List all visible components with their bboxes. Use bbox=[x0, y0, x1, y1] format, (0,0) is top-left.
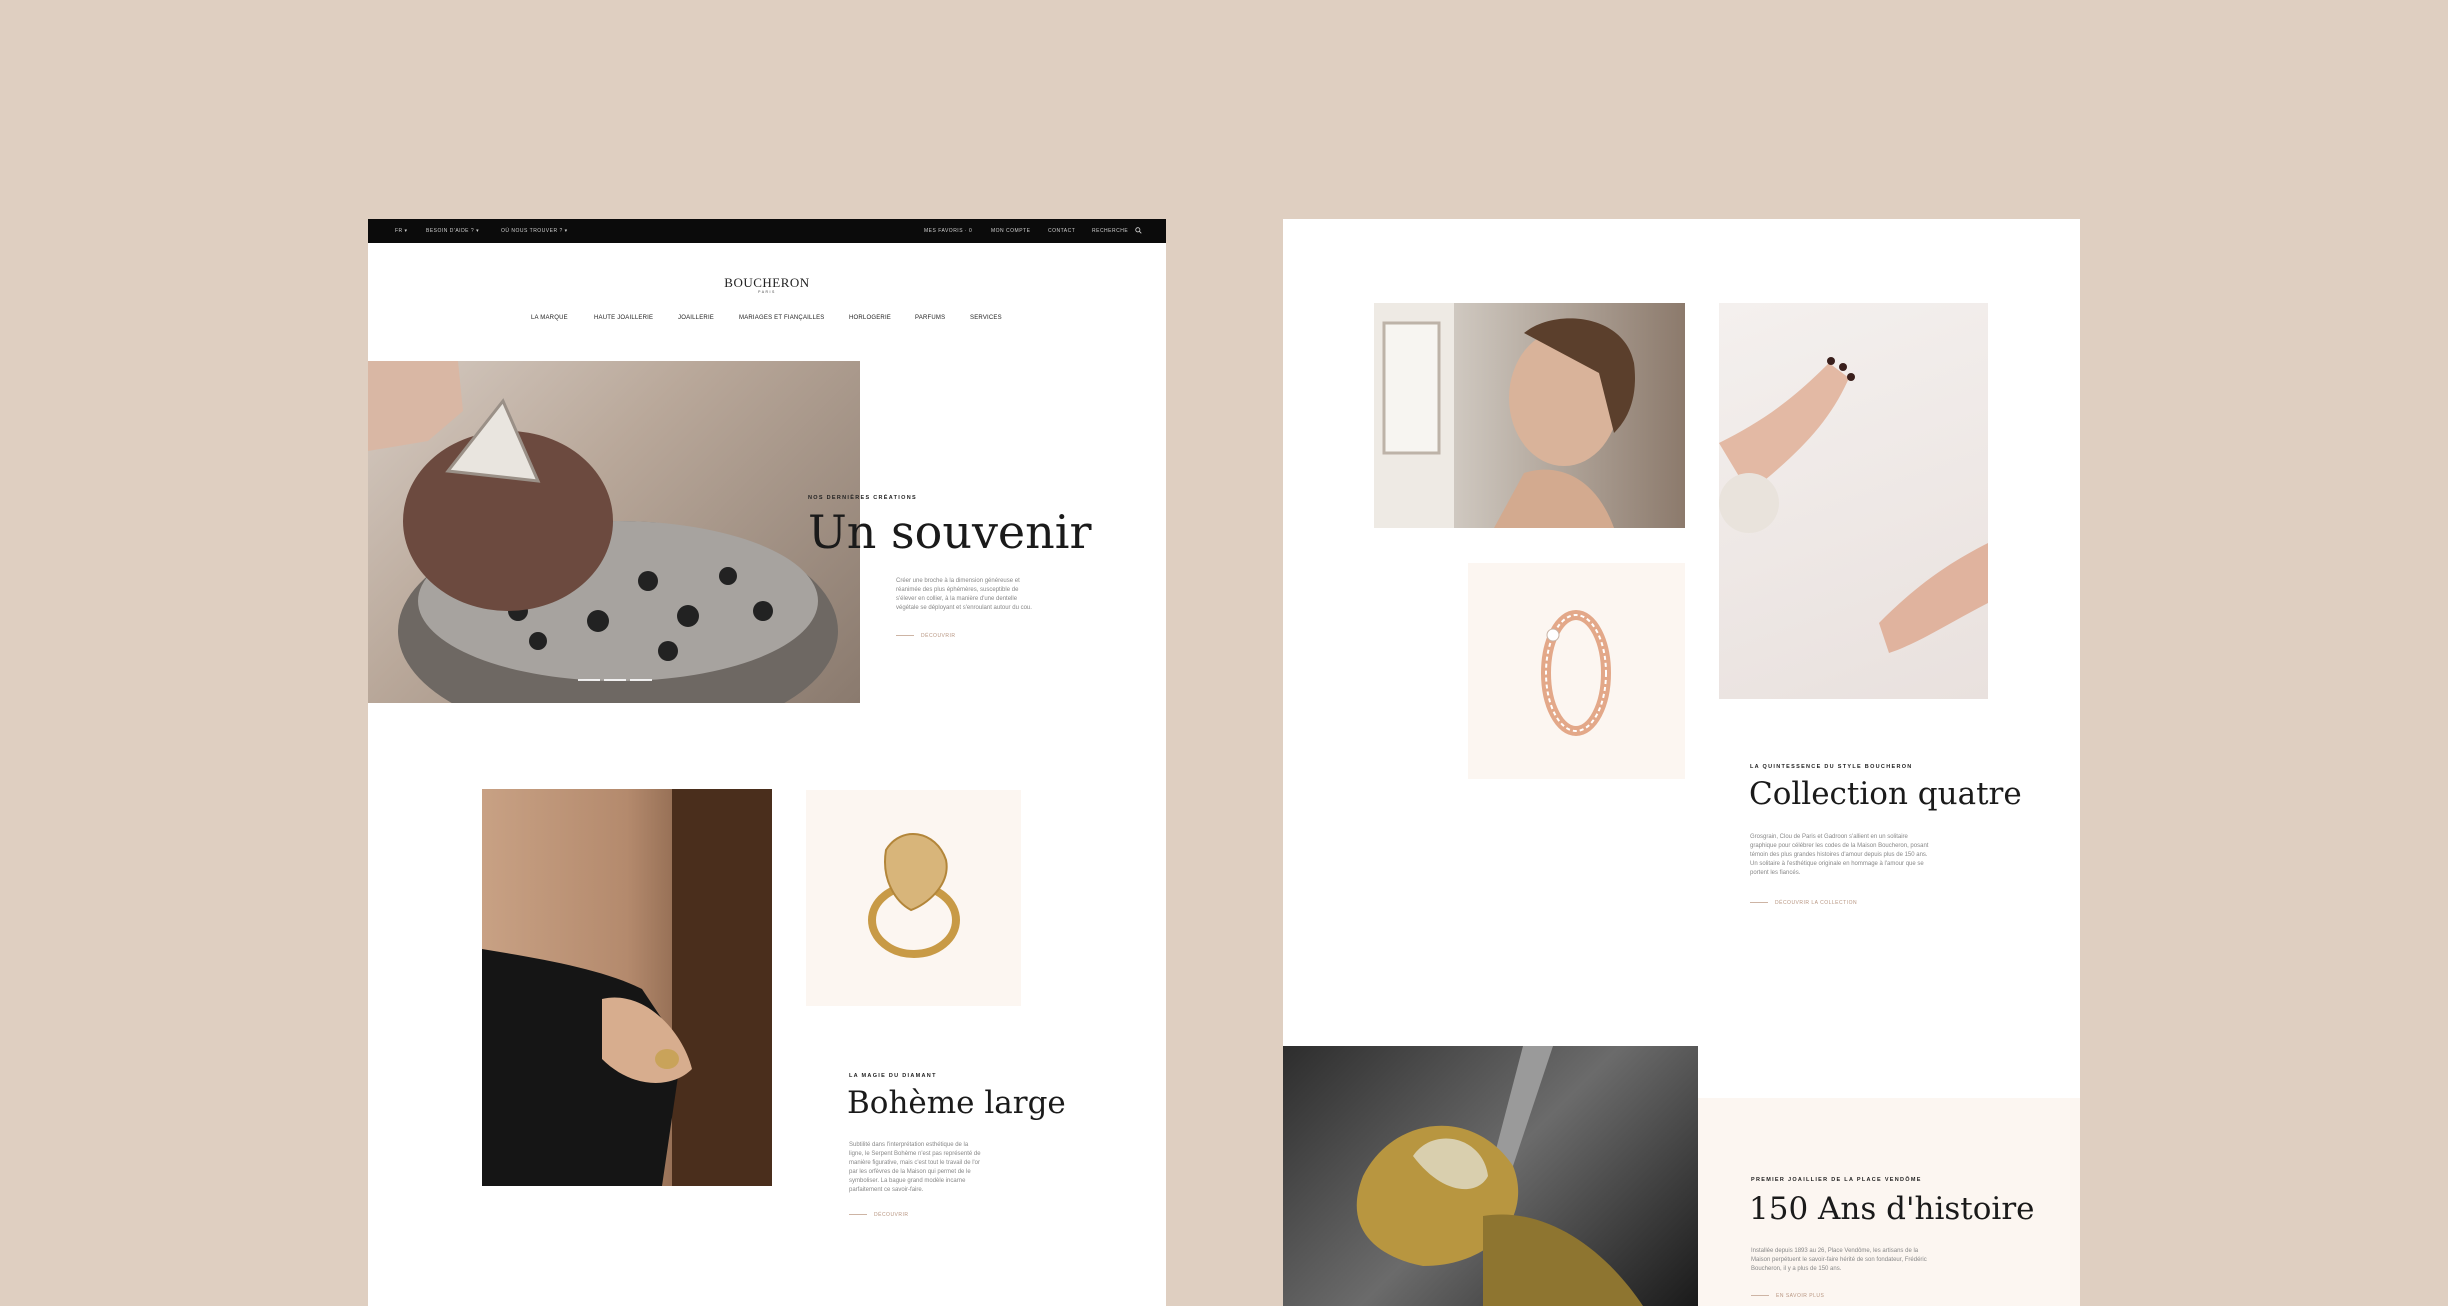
search-icon[interactable] bbox=[1135, 227, 1142, 234]
top-bar: FR ▾ BESOIN D'AIDE ? ▾ OÙ NOUS TROUVER ?… bbox=[368, 219, 1166, 243]
carousel-dot[interactable] bbox=[604, 679, 626, 681]
brand-logo-sub: PARIS bbox=[758, 290, 776, 294]
feature-title: Bohème large bbox=[847, 1085, 1066, 1121]
brand-logo[interactable]: BOUCHERON bbox=[368, 275, 1166, 291]
account-link[interactable]: MON COMPTE bbox=[991, 228, 1030, 234]
hero-text: Créer une broche à la dimension généreus… bbox=[896, 578, 1032, 611]
craftsmanship-image bbox=[1283, 1046, 1698, 1306]
nav-item-mariages[interactable]: MARIAGES ET FIANÇAILLES bbox=[739, 315, 825, 321]
serpent-boheme-ring-image[interactable] bbox=[806, 790, 1021, 1006]
nav-item-horlogerie[interactable]: HORLOGERIE bbox=[849, 315, 891, 321]
nav-item-haute-joaillerie[interactable]: HAUTE JOAILLERIE bbox=[594, 315, 653, 321]
carousel-dot[interactable] bbox=[630, 679, 652, 681]
hands-with-rings-image bbox=[1719, 303, 1988, 699]
collection-page-mockup: LA QUINTESSENCE DU STYLE BOUCHERON Colle… bbox=[1283, 219, 2080, 1306]
history-title: 150 Ans d'histoire bbox=[1749, 1191, 2035, 1227]
nav-item-joaillerie[interactable]: JOAILLERIE bbox=[678, 315, 714, 321]
history-eyebrow: PREMIER JOAILLIER DE LA PLACE VENDÔME bbox=[1751, 1177, 1922, 1183]
nav-item-parfums[interactable]: PARFUMS bbox=[915, 315, 945, 321]
collection-cta[interactable]: DÉCOUVRIR LA COLLECTION bbox=[1750, 900, 1857, 906]
collection-text: Grosgrain, Clou de Paris et Gadroon s'al… bbox=[1750, 834, 1929, 876]
hero-cta[interactable]: DÉCOUVRIR bbox=[896, 633, 956, 639]
nav-item-services[interactable]: SERVICES bbox=[970, 315, 1002, 321]
quatre-ring-image[interactable] bbox=[1468, 563, 1685, 779]
model-profile-image bbox=[1374, 303, 1685, 528]
contact-link[interactable]: CONTACT bbox=[1048, 228, 1075, 234]
history-cta[interactable]: EN SAVOIR PLUS bbox=[1751, 1293, 1824, 1299]
help-menu[interactable]: BESOIN D'AIDE ? ▾ bbox=[426, 228, 479, 234]
carousel-dot[interactable] bbox=[578, 679, 600, 681]
feature-text: Subtilité dans l'interprétation esthétiq… bbox=[849, 1142, 981, 1193]
language-selector[interactable]: FR ▾ bbox=[395, 228, 408, 234]
history-text: Installée depuis 1893 au 26, Place Vendô… bbox=[1751, 1248, 1927, 1272]
collection-title: Collection quatre bbox=[1749, 776, 2022, 812]
nav-item-la-marque[interactable]: LA MARQUE bbox=[531, 315, 568, 321]
favorites-link[interactable]: MES FAVORIS · 0 bbox=[924, 228, 972, 234]
model-portrait-image bbox=[482, 789, 772, 1186]
homepage-mockup: FR ▾ BESOIN D'AIDE ? ▾ OÙ NOUS TROUVER ?… bbox=[368, 219, 1166, 1306]
search-link[interactable]: RECHERCHE bbox=[1092, 228, 1128, 234]
collection-eyebrow: LA QUINTESSENCE DU STYLE BOUCHERON bbox=[1750, 764, 1913, 770]
hero-eyebrow: NOS DERNIÈRES CRÉATIONS bbox=[808, 495, 917, 501]
find-us-menu[interactable]: OÙ NOUS TROUVER ? ▾ bbox=[501, 228, 568, 234]
hero-image bbox=[368, 361, 860, 703]
hero-title: Un souvenir bbox=[808, 505, 1092, 559]
feature-eyebrow: LA MAGIE DU DIAMANT bbox=[849, 1073, 937, 1079]
feature-cta[interactable]: DÉCOUVRIR bbox=[849, 1212, 909, 1218]
